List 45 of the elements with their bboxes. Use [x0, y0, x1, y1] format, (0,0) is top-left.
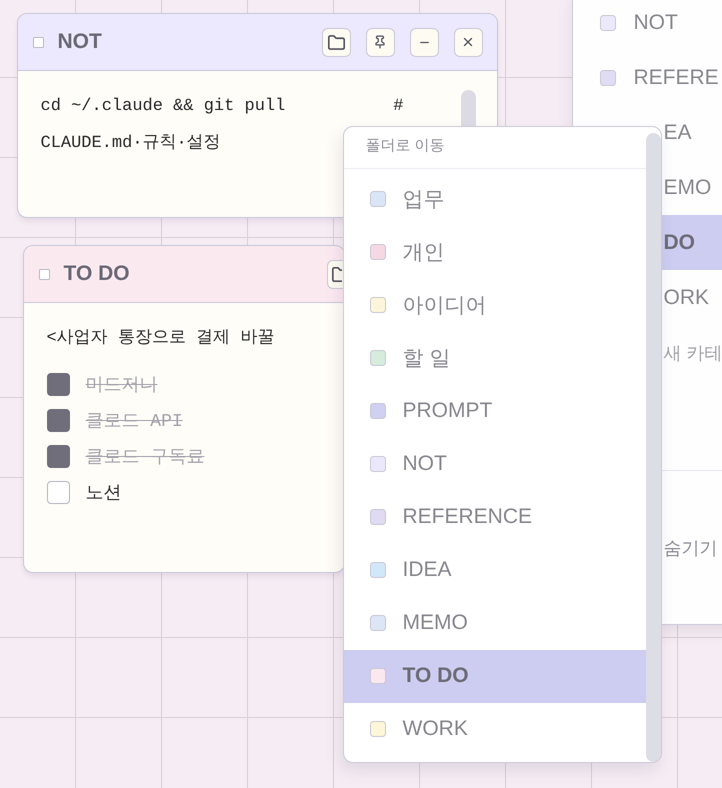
- menu-item[interactable]: 업무: [344, 172, 646, 226]
- folder-icon: [332, 266, 342, 282]
- hash-mark: #: [393, 97, 404, 116]
- square-icon: [32, 36, 44, 48]
- note-text: CLAUDE.md·규칙·설정: [40, 133, 221, 153]
- menu-item[interactable]: NOT: [344, 438, 646, 490]
- category-item[interactable]: DO: [662, 215, 722, 270]
- category-item[interactable]: NOT: [573, 0, 722, 50]
- checkbox[interactable]: [46, 408, 70, 432]
- todo-text: 클로드 구독료: [86, 447, 204, 468]
- category-item[interactable]: ORK: [662, 270, 722, 325]
- checkbox[interactable]: [46, 372, 70, 396]
- menu-item[interactable]: TO DO: [344, 650, 646, 702]
- todo-text: 클로드 API: [86, 411, 183, 432]
- category-item[interactable]: EMO: [662, 160, 722, 215]
- checkbox[interactable]: [46, 480, 70, 504]
- menu-item[interactable]: PROMPT: [344, 384, 646, 438]
- todo-text: 노션: [86, 483, 122, 504]
- menu-item[interactable]: 아이디어: [344, 278, 646, 332]
- folder-button[interactable]: [326, 260, 344, 288]
- folder-button[interactable]: [322, 28, 350, 56]
- new-category-item[interactable]: 새 카테: [662, 325, 722, 380]
- category-item[interactable]: EA: [662, 105, 722, 160]
- menu-item[interactable]: IDEA: [344, 544, 646, 596]
- note-title: NOT: [58, 30, 102, 54]
- square-icon: [38, 268, 50, 280]
- menu-item[interactable]: MEMO: [344, 596, 646, 650]
- pin-button[interactable]: [366, 28, 394, 56]
- menu-item[interactable]: 개인: [344, 226, 646, 278]
- category-item[interactable]: REFERE: [573, 50, 722, 105]
- note-text: cd ~/.claude && git pull: [40, 97, 286, 116]
- menu-item[interactable]: WORK: [344, 702, 646, 756]
- todo-text: 미드저니: [86, 375, 158, 396]
- menu-item[interactable]: 할 일: [344, 332, 646, 384]
- pin-icon: [373, 35, 387, 49]
- menu-item[interactable]: REFERENCE: [344, 490, 646, 544]
- close-icon: [461, 35, 475, 49]
- menu-title: 폴더로 이동: [366, 136, 445, 155]
- hide-menu-item[interactable]: 숨기기: [662, 520, 722, 575]
- checkbox[interactable]: [46, 444, 70, 468]
- close-button[interactable]: [454, 28, 482, 56]
- scrollbar-thumb[interactable]: [646, 132, 660, 762]
- folder-icon: [328, 34, 344, 50]
- note-text: <사업자 통장으로 결제 바꿀: [46, 328, 274, 348]
- note-title: TO DO: [64, 262, 130, 286]
